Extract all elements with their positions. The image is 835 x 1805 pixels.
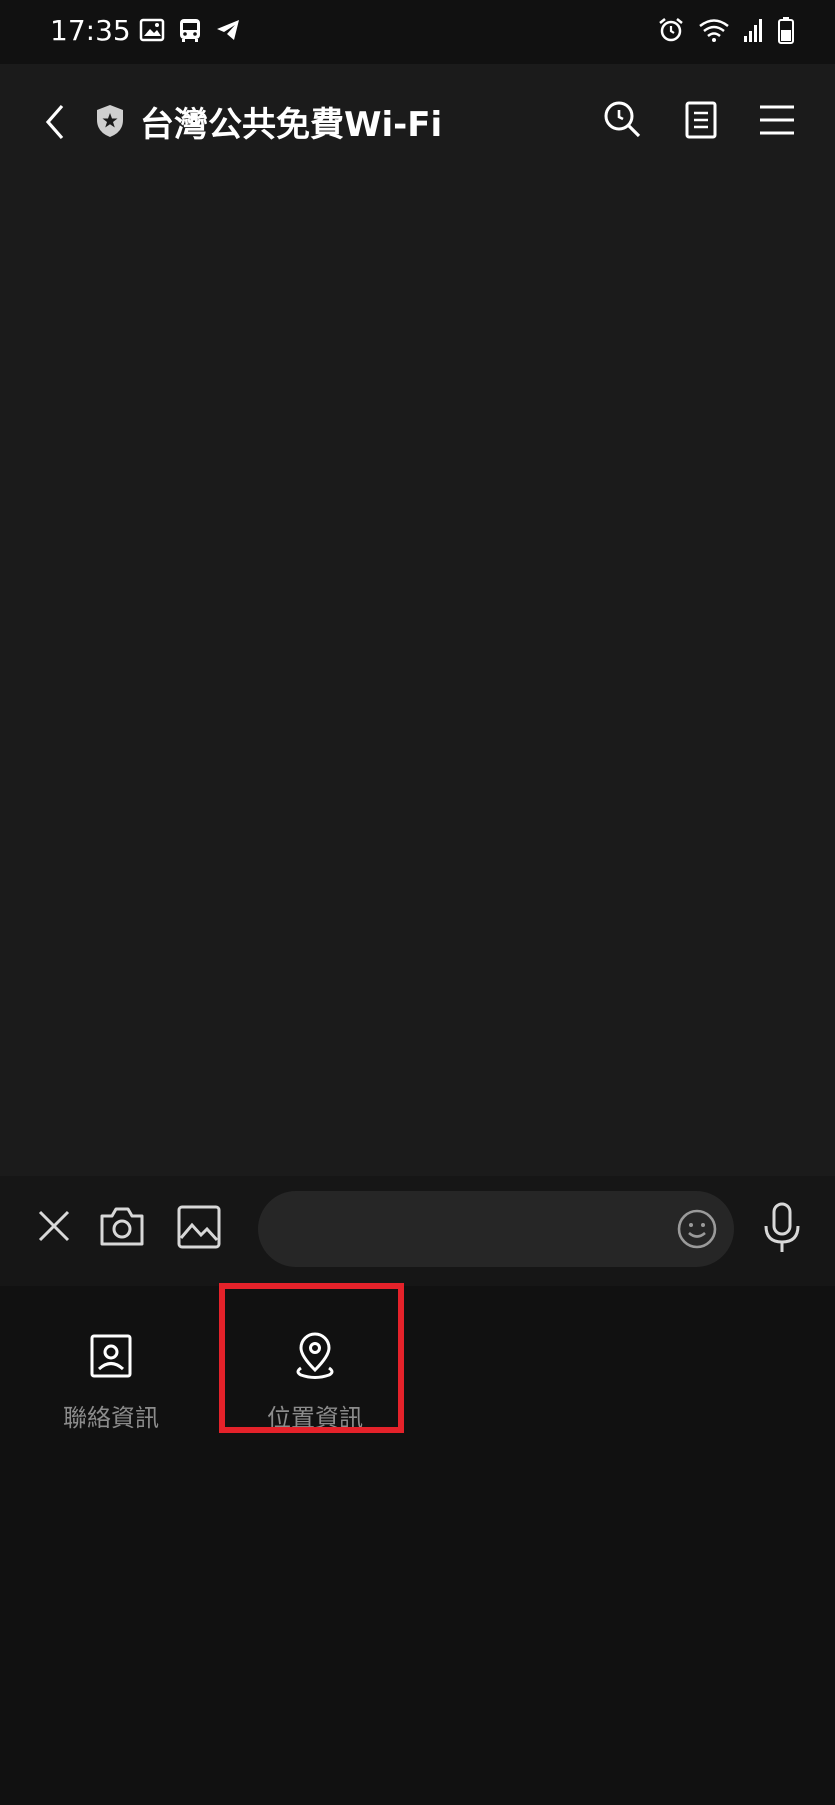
emoji-icon[interactable] bbox=[676, 1208, 718, 1250]
status-right-icons bbox=[657, 16, 795, 44]
chevron-left-icon[interactable] bbox=[36, 100, 76, 144]
menu-item-label: 位置資訊 bbox=[267, 1404, 363, 1432]
bus-icon bbox=[180, 19, 200, 42]
image-icon[interactable] bbox=[176, 1204, 222, 1250]
battery-icon bbox=[778, 17, 794, 44]
signal-icon bbox=[744, 19, 762, 42]
menu-item-location[interactable]: 位置資訊 bbox=[230, 1320, 400, 1470]
image-icon bbox=[139, 18, 165, 42]
menu-item-label: 聯絡資訊 bbox=[63, 1404, 159, 1432]
wifi-icon bbox=[699, 19, 729, 42]
telegram-icon bbox=[217, 20, 239, 40]
menu-icon[interactable] bbox=[756, 98, 798, 142]
notes-icon[interactable] bbox=[680, 98, 722, 142]
mic-icon[interactable] bbox=[760, 1200, 804, 1256]
location-pin-icon bbox=[296, 1332, 334, 1379]
contact-icon bbox=[90, 1334, 132, 1378]
message-input-bar bbox=[0, 1176, 835, 1286]
message-input[interactable] bbox=[258, 1191, 734, 1267]
attachment-menu: 聯絡資訊 位置資訊 bbox=[0, 1286, 835, 1805]
shield-star-icon bbox=[97, 105, 123, 137]
close-icon[interactable] bbox=[36, 1208, 72, 1244]
status-bar: 17:35 bbox=[0, 0, 835, 64]
status-left-icons bbox=[138, 16, 242, 44]
menu-item-contact[interactable]: 聯絡資訊 bbox=[26, 1320, 196, 1470]
search-icon[interactable] bbox=[601, 98, 643, 142]
camera-icon[interactable] bbox=[98, 1204, 146, 1248]
chat-title: 台灣公共免費Wi-Fi bbox=[140, 105, 443, 145]
status-time: 17:35 bbox=[50, 14, 131, 47]
alarm-icon bbox=[659, 18, 683, 42]
chat-header: 台灣公共免費Wi-Fi bbox=[0, 64, 835, 176]
chat-message-area[interactable] bbox=[0, 176, 835, 1176]
